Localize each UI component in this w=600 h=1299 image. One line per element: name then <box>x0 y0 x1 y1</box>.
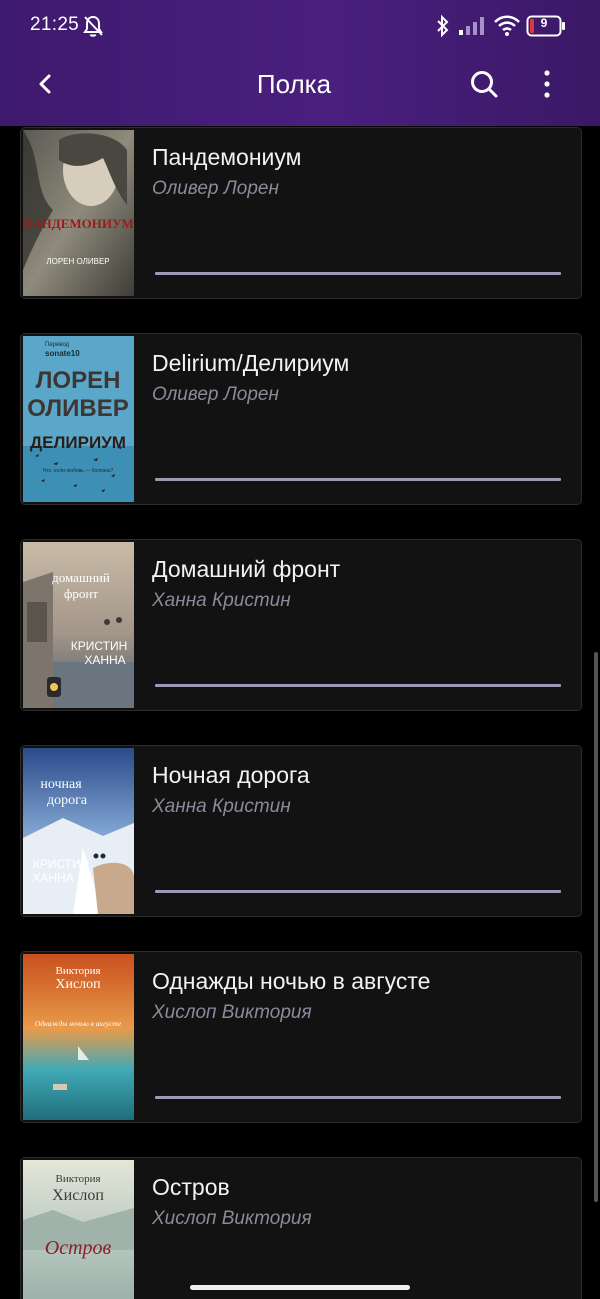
cover-author: КРИСТИН <box>71 639 128 653</box>
cover-title: дорога <box>47 793 88 808</box>
reading-progress-fill <box>155 890 561 893</box>
book-author: Ханна Кристин <box>152 590 291 611</box>
book-card[interactable]: Виктория Хислоп Остров Остров Хислоп Вик… <box>20 1157 582 1299</box>
book-cover: домашний фронт КРИСТИН ХАННА <box>23 542 134 708</box>
book-card[interactable]: Виктория Хислоп Однажды ночью в августе … <box>20 951 582 1123</box>
reading-progress-bar <box>155 684 561 687</box>
search-icon <box>469 69 499 104</box>
reading-progress-bar <box>155 890 561 893</box>
cover-author: ХАННА <box>84 653 125 667</box>
reading-progress-fill <box>155 684 561 687</box>
wifi-icon <box>493 14 521 43</box>
cover-author: Хислоп <box>55 977 101 992</box>
cover-label: Перевод <box>45 342 70 348</box>
more-options-button[interactable] <box>523 62 571 110</box>
reading-progress-bar <box>155 272 561 275</box>
bookshelf-list[interactable]: ПАНДЕМОНИУМ ЛОРЕН ОЛИВЕР Пандемониум Оли… <box>0 126 600 1299</box>
scrollbar[interactable] <box>594 652 598 1202</box>
book-author: Оливер Лорен <box>152 384 279 405</box>
reading-progress-fill <box>155 478 561 481</box>
cover-title: Остров <box>45 1237 112 1259</box>
bell-off-icon <box>82 14 104 43</box>
battery-level: 9 <box>540 16 548 30</box>
cover-title: ночная <box>40 777 82 792</box>
book-title: Пандемониум <box>152 144 302 170</box>
book-author: Оливер Лорен <box>152 178 279 199</box>
book-title: Ночная дорога <box>152 762 310 788</box>
book-cover: Виктория Хислоп Однажды ночью в августе <box>23 954 134 1120</box>
book-title: Остров <box>152 1174 230 1200</box>
cover-title: ДЕЛИРИУМ <box>30 433 126 452</box>
book-cover: Перевод sonate10 ЛОРЕН ОЛИВЕР ДЕЛИРИУМ Ч… <box>23 336 134 502</box>
status-time: 21:25 <box>30 14 80 35</box>
book-card[interactable]: ПАНДЕМОНИУМ ЛОРЕН ОЛИВЕР Пандемониум Оли… <box>20 127 582 299</box>
cover-author: ЛОРЕН ОЛИВЕР <box>46 257 109 266</box>
cover-author: ХАННА <box>32 871 73 885</box>
cover-author: КРИСТИН <box>33 857 90 871</box>
cover-author: Виктория <box>55 1173 100 1185</box>
cover-tagline: Что, если любовь — болезнь? <box>43 468 114 474</box>
book-author: Хислоп Виктория <box>152 1002 312 1023</box>
reading-progress-fill <box>155 272 561 275</box>
cover-author: ОЛИВЕР <box>27 395 129 422</box>
book-author: Ханна Кристин <box>152 796 291 817</box>
cover-author: Виктория <box>55 965 100 977</box>
book-card[interactable]: Перевод sonate10 ЛОРЕН ОЛИВЕР ДЕЛИРИУМ Ч… <box>20 333 582 505</box>
reading-progress-bar <box>155 1096 561 1099</box>
cover-title: фронт <box>64 586 98 601</box>
reading-progress-bar <box>155 478 561 481</box>
bluetooth-icon <box>434 14 452 43</box>
book-title: Домашний фронт <box>152 556 341 582</box>
book-title: Однажды ночью в августе <box>152 968 431 994</box>
cover-label: sonate10 <box>45 349 80 358</box>
app-header: 21:25 9 Полка <box>0 0 600 126</box>
cover-author: Хислоп <box>52 1187 104 1204</box>
toolbar: Полка <box>0 54 600 126</box>
more-vertical-icon <box>542 69 552 104</box>
reading-progress-fill <box>155 1096 561 1099</box>
book-cover: Виктория Хислоп Остров <box>23 1160 134 1299</box>
book-author: Хислоп Виктория <box>152 1208 312 1229</box>
book-cover: ПАНДЕМОНИУМ ЛОРЕН ОЛИВЕР <box>23 130 134 296</box>
cover-title: ПАНДЕМОНИУМ <box>23 216 134 231</box>
signal-icon <box>458 16 488 41</box>
cover-title: домашний <box>52 570 110 585</box>
book-title: Delirium/Делириум <box>152 350 350 376</box>
cover-title: Однажды ночью в августе <box>35 1019 122 1028</box>
home-indicator[interactable] <box>190 1285 410 1290</box>
status-bar: 21:25 9 <box>0 0 600 54</box>
cover-author: ЛОРЕН <box>36 367 121 394</box>
book-card[interactable]: домашний фронт КРИСТИН ХАННА Домашний фр… <box>20 539 582 711</box>
search-button[interactable] <box>460 62 508 110</box>
book-card[interactable]: ночная дорога КРИСТИН ХАННА Ночная дорог… <box>20 745 582 917</box>
book-cover: ночная дорога КРИСТИН ХАННА <box>23 748 134 914</box>
